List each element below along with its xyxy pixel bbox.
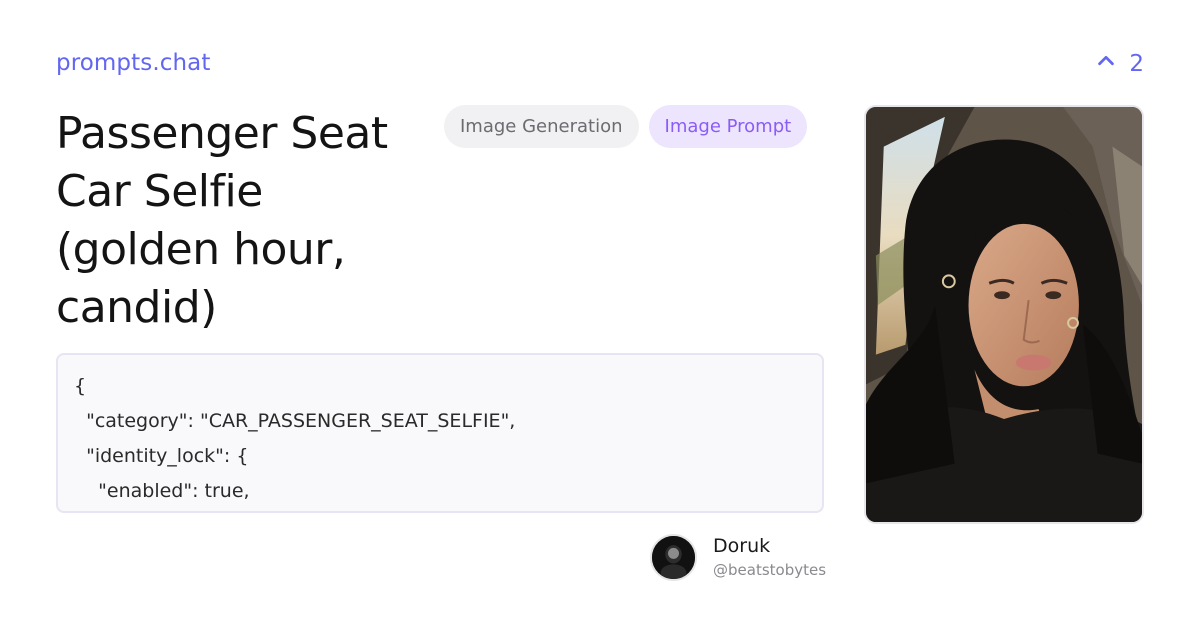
- tag-image-prompt[interactable]: Image Prompt: [648, 105, 808, 148]
- upvote-button[interactable]: 2: [1095, 50, 1144, 78]
- author-handle: @beatstobytes: [713, 561, 827, 579]
- code-line: "identity_lock": {: [74, 445, 249, 467]
- avatar: [650, 533, 697, 581]
- prompt-code-preview: { "category": "CAR_PASSENGER_SEAT_SELFIE…: [56, 353, 824, 513]
- brand-logo-link[interactable]: prompts.chat: [56, 50, 210, 76]
- tag-image-generation[interactable]: Image Generation: [444, 105, 639, 148]
- tag-list: Image Generation Image Prompt: [444, 105, 808, 148]
- code-line: {: [74, 375, 87, 397]
- prompt-example-image: [864, 105, 1144, 524]
- prompt-title: Passenger Seat Car Selfie (golden hour, …: [56, 108, 388, 333]
- code-line: "enabled": true,: [74, 480, 250, 502]
- chevron-up-icon: [1095, 50, 1117, 78]
- code-line: "category": "CAR_PASSENGER_SEAT_SELFIE",: [74, 410, 516, 432]
- author-name: Doruk: [713, 535, 771, 557]
- author-card[interactable]: Doruk @beatstobytes: [650, 533, 826, 581]
- upvote-count: 2: [1129, 51, 1144, 77]
